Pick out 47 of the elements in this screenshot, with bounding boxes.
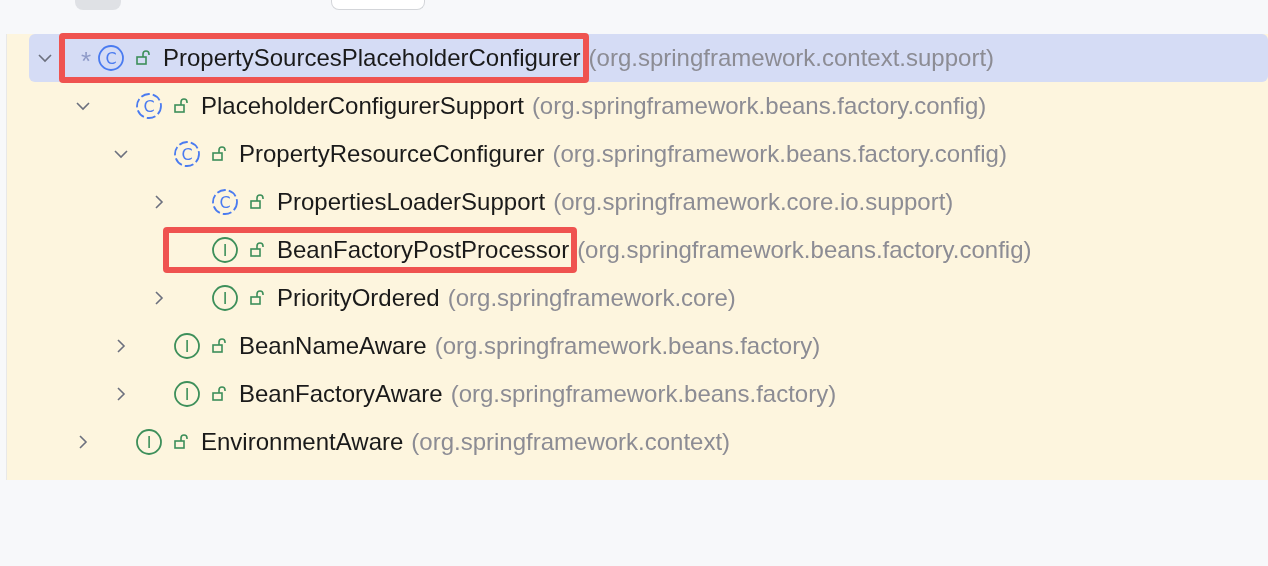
unlock-icon bbox=[249, 193, 267, 211]
class-name: PlaceholderConfigurerSupport bbox=[201, 92, 524, 120]
tree-row[interactable]: C PropertyResourceConfigurer (org.springframework.beans.factory.config) bbox=[29, 130, 1268, 178]
toolbar-field[interactable] bbox=[331, 0, 425, 10]
unlock-icon bbox=[211, 337, 229, 355]
class-name: PropertyResourceConfigurer bbox=[239, 140, 545, 168]
interface-icon: I bbox=[211, 236, 239, 264]
tree-row[interactable]: C PlaceholderConfigurerSupport (org.springframework.beans.factory.config) bbox=[29, 82, 1268, 130]
tree-row[interactable]: I PriorityOrdered (org.springframework.core) bbox=[29, 274, 1268, 322]
class-icon: C bbox=[135, 92, 163, 120]
interface-icon: I bbox=[173, 380, 201, 408]
tree-row[interactable]: I BeanFactoryAware (org.springframework.beans.factory) bbox=[29, 370, 1268, 418]
unlock-icon bbox=[211, 385, 229, 403]
package-name: (org.springframework.core) bbox=[447, 284, 736, 312]
package-name: (org.springframework.beans.factory) bbox=[450, 380, 837, 408]
class-icon: C bbox=[211, 188, 239, 216]
unlock-icon bbox=[173, 97, 191, 115]
package-name: (org.springframework.core.io.support) bbox=[553, 188, 954, 216]
class-name: PriorityOrdered bbox=[277, 284, 440, 312]
package-name: (org.springframework.context.support) bbox=[588, 44, 995, 72]
class-name: PropertiesLoaderSupport bbox=[277, 188, 546, 216]
tree-row[interactable]: I EnvironmentAware (org.springframework.context) bbox=[29, 418, 1268, 466]
unlock-icon bbox=[135, 49, 153, 67]
class-name: EnvironmentAware bbox=[201, 428, 404, 456]
package-name: (org.springframework.beans.factory.config) bbox=[552, 140, 1007, 168]
package-name: (org.springframework.beans.factory.config) bbox=[577, 236, 1032, 264]
package-name: (org.springframework.beans.factory.config) bbox=[531, 92, 987, 120]
tree-row[interactable]: I BeanNameAware (org.springframework.beans.factory) bbox=[29, 322, 1268, 370]
interface-icon: I bbox=[173, 332, 201, 360]
unlock-icon bbox=[211, 145, 229, 163]
class-name: BeanNameAware bbox=[239, 332, 427, 360]
tree-row[interactable]: I BeanFactoryPostProcessor (org.springframework.beans.factory.config) bbox=[29, 226, 1268, 274]
class-name: BeanFactoryPostProcessor bbox=[277, 236, 570, 264]
interface-icon: I bbox=[135, 428, 163, 456]
unlock-icon bbox=[173, 433, 191, 451]
class-name: PropertySourcesPlaceholderConfigurer bbox=[163, 44, 581, 72]
tree-row[interactable]: C PropertiesLoaderSupport (org.springframework.core.io.support) bbox=[29, 178, 1268, 226]
package-name: (org.springframework.context) bbox=[411, 428, 731, 456]
unlock-icon bbox=[249, 289, 267, 307]
class-icon: C bbox=[97, 44, 125, 72]
modified-marker: * bbox=[80, 45, 92, 74]
tree-row[interactable]: * C PropertySourcesPlaceholderConfigurer (org.springframework.context.support) bbox=[29, 34, 1268, 82]
class-name: BeanFactoryAware bbox=[239, 380, 443, 408]
unlock-icon bbox=[249, 241, 267, 259]
class-icon: C bbox=[173, 140, 201, 168]
interface-icon: I bbox=[211, 284, 239, 312]
package-name: (org.springframework.beans.factory) bbox=[434, 332, 821, 360]
